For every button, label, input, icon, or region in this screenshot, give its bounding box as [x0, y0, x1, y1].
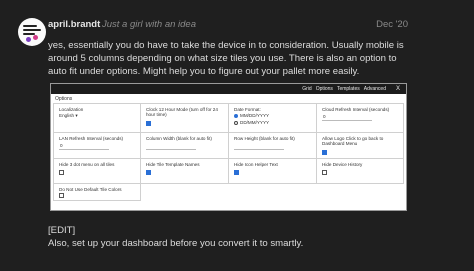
- localization-select: English ▾: [59, 113, 78, 119]
- setting-label: LAN Refresh Interval (seconds): [59, 136, 124, 141]
- setting-clock-12h: Clock 12 Hour Mode (turn off for 24 hour…: [140, 103, 229, 133]
- clock-12h-checkbox: [146, 120, 151, 126]
- setting-hide-icon-helper: Hide Icon Helper Text: [228, 158, 317, 184]
- hide-tile-names-checkbox: [146, 170, 151, 176]
- setting-no-default-colors: Do Not Use Default Tile Colors: [53, 183, 141, 201]
- post-body: yes, essentially you do have to take the…: [48, 39, 408, 78]
- post-edit-note: [EDIT] Also, set up your dashboard befor…: [48, 224, 303, 250]
- embedded-settings-screenshot[interactable]: Grid Options Templates Advanced X Option…: [50, 83, 407, 211]
- setting-localization: Localization English ▾: [53, 103, 141, 133]
- settings-grid: Localization English ▾ Clock 12 Hour Mod…: [53, 103, 404, 201]
- post-user-title: Just a girl with an idea: [102, 19, 196, 30]
- avatar-logo-image: [20, 20, 44, 44]
- setting-label: Hide Device History: [322, 162, 363, 167]
- setting-logo-click: Allow Logo Click to go back to Dashboard…: [316, 132, 404, 159]
- menu-options: Options: [315, 86, 333, 92]
- radio-icon: [234, 120, 238, 125]
- logo-click-checkbox: [322, 149, 327, 155]
- setting-cloud-refresh: Cloud Refresh Interval (seconds) 0: [316, 103, 404, 133]
- post-username[interactable]: april.brandt: [48, 19, 100, 30]
- no-default-colors-checkbox: [59, 193, 64, 199]
- setting-label: Clock 12 Hour Mode (turn off for 24 hour…: [146, 107, 218, 118]
- close-icon: X: [395, 86, 400, 92]
- setting-label: Hide 3 dot menu on all tiles: [59, 162, 115, 167]
- hide-device-history-checkbox: [322, 170, 327, 176]
- setting-row-height: Row Height (blank for auto fit): [228, 132, 317, 159]
- setting-label: Allow Logo Click to go back to Dashboard…: [322, 136, 384, 147]
- setting-label: Localization: [59, 107, 84, 112]
- column-width-field: [146, 143, 196, 151]
- menu-grid: Grid: [302, 86, 312, 92]
- edit-text: Also, set up your dashboard before you c…: [48, 238, 304, 249]
- setting-label: Hide Icon Helper Text: [234, 162, 278, 167]
- setting-label: Hide Tile Template Names: [146, 162, 200, 167]
- post-date[interactable]: Dec '20: [376, 19, 408, 30]
- setting-label: Do Not Use Default Tile Colors: [59, 187, 122, 192]
- setting-lan-refresh: LAN Refresh Interval (seconds) 0: [53, 132, 141, 159]
- settings-section-title: Options: [55, 96, 73, 102]
- edit-tag: [EDIT]: [48, 225, 76, 236]
- setting-label: Date Format:: [234, 107, 261, 112]
- setting-hide-device-history: Hide Device History: [316, 158, 404, 184]
- lan-refresh-field: 0: [59, 143, 109, 151]
- cloud-refresh-field: 0: [322, 114, 372, 122]
- hide-3dot-checkbox: [59, 170, 64, 176]
- setting-hide-3dot: Hide 3 dot menu on all tiles: [53, 158, 141, 184]
- setting-date-format: Date Format: MM/DD/YYYY DD/MM/YYYY: [228, 103, 317, 133]
- post-paragraph: yes, essentially you do have to take the…: [48, 40, 404, 77]
- avatar[interactable]: [18, 18, 46, 46]
- setting-hide-tile-names: Hide Tile Template Names: [140, 158, 229, 184]
- setting-label: Cloud Refresh Interval (seconds): [322, 107, 390, 112]
- setting-column-width: Column Width (blank for auto fit): [140, 132, 229, 159]
- radio-icon: [234, 114, 238, 119]
- row-height-field: [234, 143, 284, 151]
- hide-icon-helper-checkbox: [234, 170, 239, 176]
- menu-advanced: Advanced: [363, 86, 386, 92]
- setting-label: Column Width (blank for auto fit): [146, 136, 212, 141]
- date-format-option-1: MM/DD/YYYY: [234, 113, 312, 118]
- settings-menu-bar: Grid Options Templates Advanced X: [51, 84, 406, 94]
- setting-label: Row Height (blank for auto fit): [234, 136, 295, 141]
- date-format-option-2: DD/MM/YYYY: [234, 120, 312, 125]
- menu-templates: Templates: [336, 86, 360, 92]
